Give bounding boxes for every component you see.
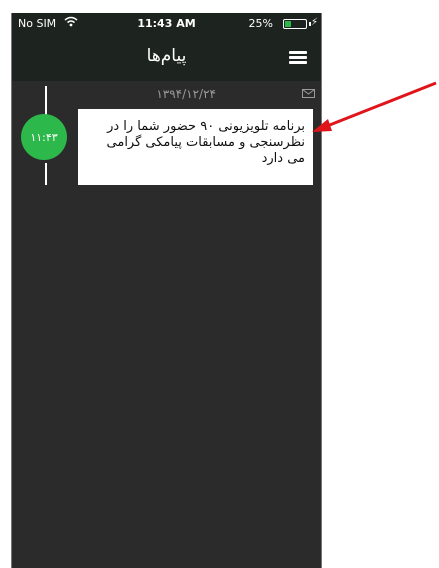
page-title: پیام‌ها: [146, 46, 187, 66]
nav-bar: پیام‌ها: [12, 34, 321, 81]
battery-percent: 25%: [248, 17, 273, 30]
battery-level: [285, 21, 291, 27]
message-text: برنامه تلویزیونی ۹۰ حضور شما را در نظرسن…: [106, 119, 305, 166]
phone-screen: No SIM 11:43 AM 25% ⚡ پیام‌ها ۱۱:۴۳ ۱۳۹۴…: [11, 13, 322, 568]
message-time-badge: ۱۱:۴۳: [21, 114, 67, 160]
message-date: ۱۳۹۴/۱۲/۲۴: [156, 87, 216, 101]
battery-icon: [283, 19, 307, 29]
message-bubble[interactable]: برنامه تلویزیونی ۹۰ حضور شما را در نظرسن…: [78, 109, 313, 185]
status-bar: No SIM 11:43 AM 25% ⚡: [12, 13, 321, 34]
envelope-icon: [302, 89, 315, 98]
timeline-line-bottom: [45, 163, 47, 185]
hamburger-menu-icon[interactable]: [289, 51, 307, 64]
charging-bolt-icon: ⚡: [310, 17, 318, 28]
status-time: 11:43 AM: [137, 17, 196, 30]
